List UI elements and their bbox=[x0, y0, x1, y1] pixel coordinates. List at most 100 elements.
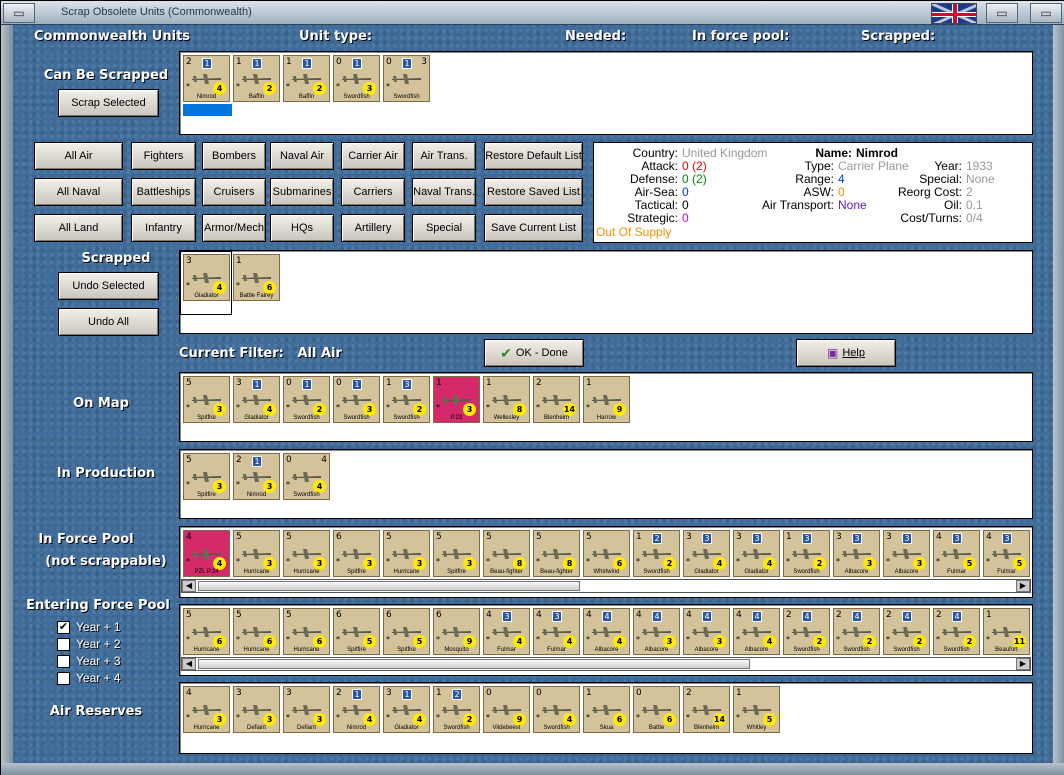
filter-button-submarines[interactable]: Submarines bbox=[270, 178, 334, 206]
unit-counter[interactable]: 0 3 1 * Swordfish bbox=[383, 55, 430, 102]
unit-counter[interactable]: 5 * 6 Hurricane bbox=[183, 608, 230, 655]
unit-counter[interactable]: 1 2 * 2 Swordfish bbox=[633, 530, 680, 577]
checkbox-icon[interactable] bbox=[57, 671, 70, 685]
unit-counter[interactable]: 4 3 * 5 Fulmar bbox=[933, 530, 980, 577]
year-checkbox-3[interactable]: Year + 3 bbox=[57, 654, 121, 668]
unit-counter[interactable]: 0 1 * 3 Swordfish bbox=[333, 376, 380, 423]
filter-button-restore-default-list[interactable]: Restore Default List bbox=[484, 142, 583, 170]
force-pool-scrollbar[interactable]: ◀ ▶ bbox=[181, 579, 1031, 593]
ok-done-button[interactable]: ✔ OK - Done bbox=[484, 339, 584, 367]
unit-counter[interactable]: 1 * 8 Wellesley bbox=[483, 376, 530, 423]
unit-counter[interactable]: 1 1 * 2 Baffin bbox=[233, 55, 280, 102]
unit-counter[interactable]: 3 * 3 Defiant bbox=[233, 686, 280, 733]
unit-counter[interactable]: 2 1 * 3 Nimrod bbox=[233, 453, 280, 500]
system-menu-button[interactable]: ▭ bbox=[3, 3, 35, 23]
unit-counter[interactable]: 3 3 * 4 Gladiator bbox=[683, 530, 730, 577]
undo-selected-button[interactable]: Undo Selected bbox=[58, 272, 159, 300]
undo-all-button[interactable]: Undo All bbox=[58, 308, 159, 336]
unit-counter[interactable]: 1 * 3 P.23 bbox=[433, 376, 480, 423]
unit-counter[interactable]: 5 * 8 Beau-fighter bbox=[483, 530, 530, 577]
unit-counter[interactable]: 4 4 * 4 Albacore bbox=[583, 608, 630, 655]
help-button[interactable]: ▣ Help bbox=[796, 339, 896, 367]
unit-counter[interactable]: 1 * 9 Harrow bbox=[583, 376, 630, 423]
scroll-thumb[interactable] bbox=[198, 581, 580, 591]
unit-counter[interactable]: 0 * 4 Swordfish bbox=[533, 686, 580, 733]
maximize-button[interactable]: ▭ bbox=[1030, 3, 1062, 23]
unit-counter[interactable]: 2 * 14 Blenheim bbox=[683, 686, 730, 733]
filter-button-restore-saved-list[interactable]: Restore Saved List bbox=[484, 178, 583, 206]
filter-button-hqs[interactable]: HQs bbox=[270, 214, 334, 242]
unit-counter[interactable]: 2 1 * 4 Nimrod bbox=[333, 686, 380, 733]
filter-button-battleships[interactable]: Battleships bbox=[131, 178, 196, 206]
unit-counter[interactable]: 2 4 * 2 Swordfish bbox=[783, 608, 830, 655]
unit-counter[interactable]: 3 3 * 3 Albacore bbox=[833, 530, 880, 577]
unit-counter[interactable]: 4 3 * 5 Fulmar bbox=[983, 530, 1030, 577]
unit-counter[interactable]: 2 1 * 4 Nimrod bbox=[183, 55, 230, 102]
year-checkbox-1[interactable]: ✔ Year + 1 bbox=[57, 620, 121, 634]
unit-counter[interactable]: 1 3 * 2 Swordfish bbox=[783, 530, 830, 577]
filter-button-all-naval[interactable]: All Naval bbox=[34, 178, 123, 206]
unit-counter[interactable]: 3 3 * 3 Albacore bbox=[883, 530, 930, 577]
filter-button-special[interactable]: Special bbox=[412, 214, 476, 242]
unit-counter[interactable]: 6 * 9 Mosquito bbox=[433, 608, 480, 655]
unit-counter[interactable]: 4 * 3 Hurricane bbox=[183, 686, 230, 733]
unit-counter[interactable]: 1 1 * 2 Baffin bbox=[283, 55, 330, 102]
scroll-thumb[interactable] bbox=[198, 659, 750, 669]
unit-counter[interactable]: 6 * 5 Spitfire bbox=[383, 608, 430, 655]
checkbox-icon[interactable] bbox=[57, 637, 70, 651]
filter-button-save-current-list[interactable]: Save Current List bbox=[484, 214, 583, 242]
unit-counter[interactable]: 2 4 * 2 Swordfish bbox=[833, 608, 880, 655]
checkbox-icon[interactable] bbox=[57, 654, 70, 668]
filter-button-bombers[interactable]: Bombers bbox=[202, 142, 266, 170]
unit-counter[interactable]: 2 * 14 Blenheim bbox=[533, 376, 580, 423]
year-checkbox-4[interactable]: Year + 4 bbox=[57, 671, 121, 685]
unit-counter[interactable]: 5 * 3 Hurricane bbox=[233, 530, 280, 577]
unit-counter[interactable]: 5 * 3 Spitfire bbox=[183, 376, 230, 423]
entering-scrollbar[interactable]: ◀ ▶ bbox=[181, 657, 1031, 671]
scroll-right-icon[interactable]: ▶ bbox=[1016, 580, 1030, 592]
unit-counter[interactable]: 6 * 5 Spitfire bbox=[333, 608, 380, 655]
filter-button-cruisers[interactable]: Cruisers bbox=[202, 178, 266, 206]
unit-counter[interactable]: 0 * 9 Vildebeest bbox=[483, 686, 530, 733]
unit-counter[interactable]: 1 * 5 Whitley bbox=[733, 686, 780, 733]
filter-button-carriers[interactable]: Carriers bbox=[341, 178, 405, 206]
filter-button-all-land[interactable]: All Land bbox=[34, 214, 123, 242]
filter-button-air-trans[interactable]: Air Trans. bbox=[412, 142, 476, 170]
unit-counter[interactable]: 4 3 * 4 Fulmar bbox=[483, 608, 530, 655]
unit-counter[interactable]: 4 3 * 4 Fulmar bbox=[533, 608, 580, 655]
unit-counter[interactable]: 0 * 6 Battle bbox=[633, 686, 680, 733]
filter-button-armor-mech[interactable]: Armor/Mech bbox=[202, 214, 266, 242]
filter-button-infantry[interactable]: Infantry bbox=[131, 214, 196, 242]
filter-button-naval-trans[interactable]: Naval Trans. bbox=[412, 178, 476, 206]
scroll-right-icon[interactable]: ▶ bbox=[1016, 658, 1030, 670]
unit-counter[interactable]: 3 3 * 4 Gladiator bbox=[733, 530, 780, 577]
unit-counter[interactable]: 3 * 3 Defiant bbox=[283, 686, 330, 733]
unit-counter[interactable]: 5 * 6 Hurricane bbox=[283, 608, 330, 655]
scrap-selected-button[interactable]: Scrap Selected bbox=[58, 89, 159, 117]
unit-counter[interactable]: 3 1 * 4 Gladiator bbox=[383, 686, 430, 733]
filter-button-artillery[interactable]: Artillery bbox=[341, 214, 405, 242]
unit-counter[interactable]: 2 4 * 2 Swordfish bbox=[933, 608, 980, 655]
unit-counter[interactable]: 0 1 * 3 Swordfish bbox=[333, 55, 380, 102]
unit-counter[interactable]: 1 * 6 Skua bbox=[583, 686, 630, 733]
unit-counter[interactable]: 5 * 6 Hurricane bbox=[233, 608, 280, 655]
unit-counter[interactable]: 5 * 3 Hurricane bbox=[283, 530, 330, 577]
unit-counter[interactable]: 2 4 * 2 Swordfish bbox=[883, 608, 930, 655]
filter-button-all-air[interactable]: All Air bbox=[34, 142, 123, 170]
unit-counter[interactable]: 4 4 * 4 Albacore bbox=[733, 608, 780, 655]
year-checkbox-2[interactable]: Year + 2 bbox=[57, 637, 121, 651]
filter-button-carrier-air[interactable]: Carrier Air bbox=[341, 142, 405, 170]
unit-counter[interactable]: 4 4 * 3 Albacore bbox=[633, 608, 680, 655]
unit-counter[interactable]: 5 * 8 Beau-fighter bbox=[533, 530, 580, 577]
unit-counter[interactable]: 1 3 * 2 Swordfish bbox=[383, 376, 430, 423]
minimize-button[interactable]: ▭ bbox=[986, 3, 1018, 23]
unit-counter[interactable]: 4 * 4 PZL P.24 bbox=[183, 530, 230, 577]
unit-counter[interactable]: 1 2 * 2 Swordfish bbox=[433, 686, 480, 733]
filter-button-naval-air[interactable]: Naval Air bbox=[270, 142, 334, 170]
unit-counter[interactable]: 6 * 3 Spitfire bbox=[333, 530, 380, 577]
unit-counter[interactable]: 0 4 * 4 Swordfish bbox=[283, 453, 330, 500]
unit-counter[interactable]: 1 * 6 Battle Fairey bbox=[233, 254, 280, 301]
scroll-left-icon[interactable]: ◀ bbox=[182, 580, 196, 592]
scroll-left-icon[interactable]: ◀ bbox=[182, 658, 196, 670]
unit-counter[interactable]: 4 4 * 3 Albacore bbox=[683, 608, 730, 655]
